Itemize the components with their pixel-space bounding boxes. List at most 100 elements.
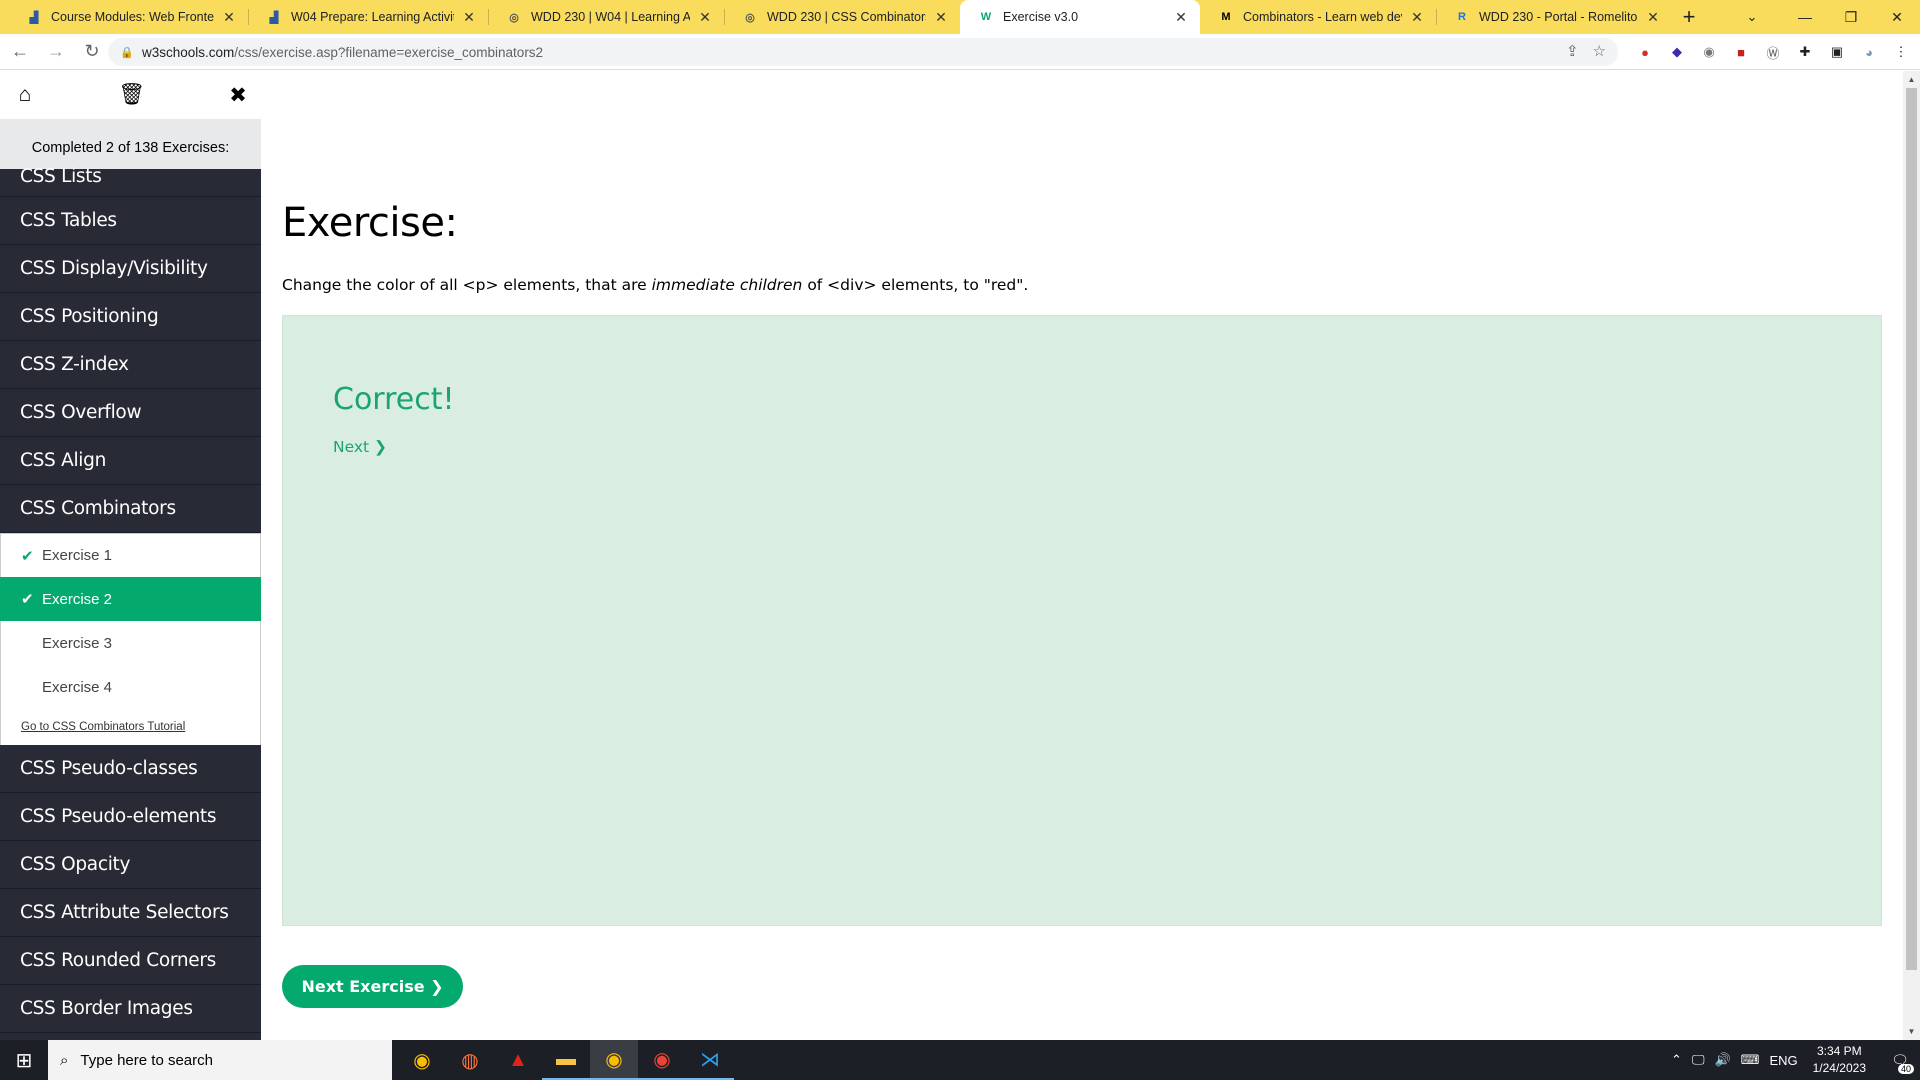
progress-text: Completed 2 of 138 Exercises: — [0, 119, 261, 169]
tab-close-icon[interactable]: ✕ — [696, 9, 714, 26]
sidebar-category[interactable]: CSS Attribute Selectors — [0, 889, 261, 937]
side-panel-icon[interactable]: ▣ — [1826, 41, 1848, 63]
tab-title: Course Modules: Web Frontend — [51, 10, 214, 24]
extensions-puzzle-icon[interactable]: ✚ — [1794, 41, 1816, 63]
firefox-app-icon[interactable]: ◍ — [446, 1040, 494, 1080]
tab-title: WDD 230 - Portal - Romelito — [1479, 10, 1638, 24]
bookmark-star-icon[interactable]: ☆ — [1593, 42, 1606, 60]
sidebar-category[interactable]: CSS Display/Visibility — [0, 245, 261, 293]
back-button[interactable]: ← — [4, 36, 36, 68]
sidebar-category[interactable]: CSS Positioning — [0, 293, 261, 341]
browser-tab[interactable]: ◎ WDD 230 | W04 | Learning Activ ✕ — [488, 0, 724, 34]
sidebar-category[interactable]: CSS Align — [0, 437, 261, 485]
correct-message: Correct! — [333, 382, 455, 417]
tab-close-icon[interactable]: ✕ — [1644, 9, 1662, 26]
browser-tab[interactable]: R WDD 230 - Portal - Romelito ✕ — [1436, 0, 1672, 34]
restore-button[interactable]: ❐ — [1828, 0, 1874, 34]
taskbar-search-placeholder: Type here to search — [80, 1051, 213, 1069]
new-tab-button[interactable]: + — [1672, 0, 1706, 34]
result-panel: Correct! Next ❯ — [282, 315, 1882, 926]
share-icon[interactable]: ⇪ — [1566, 42, 1579, 60]
chrome-app-icon[interactable]: ◉ — [398, 1040, 446, 1080]
sidebar-category[interactable]: CSS Pseudo-elements — [0, 793, 261, 841]
extension-gray-icon[interactable]: ◉ — [1698, 41, 1720, 63]
exercise-item[interactable]: ✔ Exercise 2 — [0, 577, 261, 621]
sidebar-category[interactable]: CSS Opacity — [0, 841, 261, 889]
tab-close-icon[interactable]: ✕ — [932, 9, 950, 26]
tab-close-icon[interactable]: ✕ — [1172, 9, 1190, 26]
sidebar-category[interactable]: CSS Overflow — [0, 389, 261, 437]
chrome-second-app-icon[interactable]: ◉ — [638, 1040, 686, 1080]
checkmark-icon: ✔ — [21, 547, 34, 565]
clock-date: 1/24/2023 — [1812, 1061, 1866, 1075]
next-exercise-button[interactable]: Next Exercise ❯ — [282, 965, 463, 1008]
sidebar-category[interactable]: CSS Lists — [0, 166, 261, 197]
tray-chevron-icon[interactable]: ⌃ — [1671, 1052, 1682, 1068]
sidebar-category[interactable]: CSS Pseudo-classes — [0, 745, 261, 793]
extension-blue-diamond-icon[interactable]: ◆ — [1666, 41, 1688, 63]
browser-tab[interactable]: ▟ W04 Prepare: Learning Activities ✕ — [248, 0, 488, 34]
scroll-up-icon[interactable]: ▲ — [1903, 71, 1920, 88]
trash-icon[interactable]: 🗑 — [119, 83, 146, 107]
w3schools-icon: W — [980, 11, 992, 23]
extension-w-icon[interactable]: Ⓦ — [1762, 41, 1784, 63]
sidebar-category[interactable]: CSS Combinators — [0, 485, 261, 533]
network-icon[interactable]: 🖵 — [1692, 1052, 1705, 1068]
question-emphasis: immediate children — [651, 276, 803, 294]
tutorial-link[interactable]: Go to CSS Combinators Tutorial — [0, 709, 261, 745]
browser-tab[interactable]: ▟ Course Modules: Web Frontend ✕ — [8, 0, 248, 34]
sidebar-category[interactable]: CSS Tables — [0, 197, 261, 245]
keyboard-icon[interactable]: ⌨ — [1741, 1052, 1760, 1068]
browser-tab[interactable]: M Combinators - Learn web devel ✕ — [1200, 0, 1436, 34]
close-window-button[interactable]: ✕ — [1874, 0, 1920, 34]
sidebar-category[interactable]: CSS Z-index — [0, 341, 261, 389]
windows-start-icon[interactable]: ⊞ — [0, 1040, 48, 1080]
url-host: w3schools.com — [142, 44, 235, 60]
browser-tab[interactable]: ◎ WDD 230 | CSS Combinators ✕ — [724, 0, 960, 34]
forward-button[interactable]: → — [40, 36, 72, 68]
close-icon[interactable]: ✖ — [225, 83, 251, 108]
address-bar[interactable]: 🔒 w3schools.com/css/exercise.asp?filenam… — [108, 38, 1618, 66]
taskbar-search-box[interactable]: ⌕ Type here to search — [48, 1040, 392, 1080]
volume-icon[interactable]: 🔊 — [1714, 1052, 1730, 1068]
browser-tab[interactable]: W Exercise v3.0 ✕ — [960, 0, 1200, 34]
exercise-item[interactable]: Exercise 4 — [0, 665, 261, 709]
search-icon: ⌕ — [60, 1051, 69, 1069]
tab-search-icon[interactable]: ⌄ — [1732, 0, 1772, 34]
vscode-app-icon[interactable]: ⋊ — [686, 1040, 734, 1080]
taskbar-apps: ◉ ◍ ▲ ▬ ◉ ◉ ⋊ — [398, 1040, 734, 1080]
exercise-sidebar: ⌂ 🗑 ✖ Completed 2 of 138 Exercises: CSS … — [0, 71, 261, 1040]
exercise-label: Exercise 4 — [42, 678, 113, 696]
acrobat-app-icon[interactable]: ▲ — [494, 1040, 542, 1080]
exercise-item[interactable]: Exercise 3 — [0, 621, 261, 665]
portal-icon: R — [1458, 11, 1466, 23]
tab-close-icon[interactable]: ✕ — [460, 9, 478, 26]
sidebar-category[interactable]: CSS Border Images — [0, 985, 261, 1033]
scroll-down-icon[interactable]: ▼ — [1903, 1023, 1920, 1040]
profile-avatar[interactable]: ◕ — [1858, 41, 1880, 63]
home-icon[interactable]: ⌂ — [12, 83, 38, 107]
tab-close-icon[interactable]: ✕ — [220, 9, 238, 26]
tab-title: Combinators - Learn web devel — [1243, 10, 1402, 24]
notification-icon[interactable]: 🗨 40 — [1880, 1040, 1920, 1080]
taskbar-clock[interactable]: 3:34 PM 1/24/2023 — [1813, 1043, 1866, 1077]
chrome-profile-app-icon[interactable]: ◉ — [590, 1040, 638, 1080]
page-scrollbar[interactable]: ▲ ▼ — [1903, 71, 1920, 1040]
exercise-item[interactable]: ✔ Exercise 1 — [0, 533, 261, 577]
tab-close-icon[interactable]: ✕ — [1408, 9, 1426, 26]
extension-red-icon[interactable]: ● — [1634, 41, 1656, 63]
scrollbar-thumb[interactable] — [1906, 88, 1917, 970]
reload-button[interactable]: ↻ — [76, 36, 108, 68]
exercise-label: Exercise 2 — [42, 590, 113, 608]
file-explorer-app-icon[interactable]: ▬ — [542, 1040, 590, 1080]
windows-taskbar: ⊞ ⌕ Type here to search ◉ ◍ ▲ ▬ ◉ ◉ ⋊ ⌃ … — [0, 1040, 1920, 1080]
exercise-heading: Exercise: — [282, 200, 458, 246]
next-link[interactable]: Next ❯ — [333, 438, 387, 456]
category-list-after: CSS Pseudo-classes CSS Pseudo-elements CSS… — [0, 745, 261, 1033]
minimize-button[interactable]: — — [1782, 0, 1828, 34]
menu-dots-icon[interactable]: ⋮ — [1890, 41, 1912, 63]
browser-tab-strip: ▟ Course Modules: Web Frontend ✕ ▟ W04 Prepa… — [0, 0, 1920, 34]
extension-red-box-icon[interactable]: ■ — [1730, 41, 1752, 63]
language-indicator[interactable]: ENG — [1769, 1053, 1797, 1068]
sidebar-category[interactable]: CSS Rounded Corners — [0, 937, 261, 985]
